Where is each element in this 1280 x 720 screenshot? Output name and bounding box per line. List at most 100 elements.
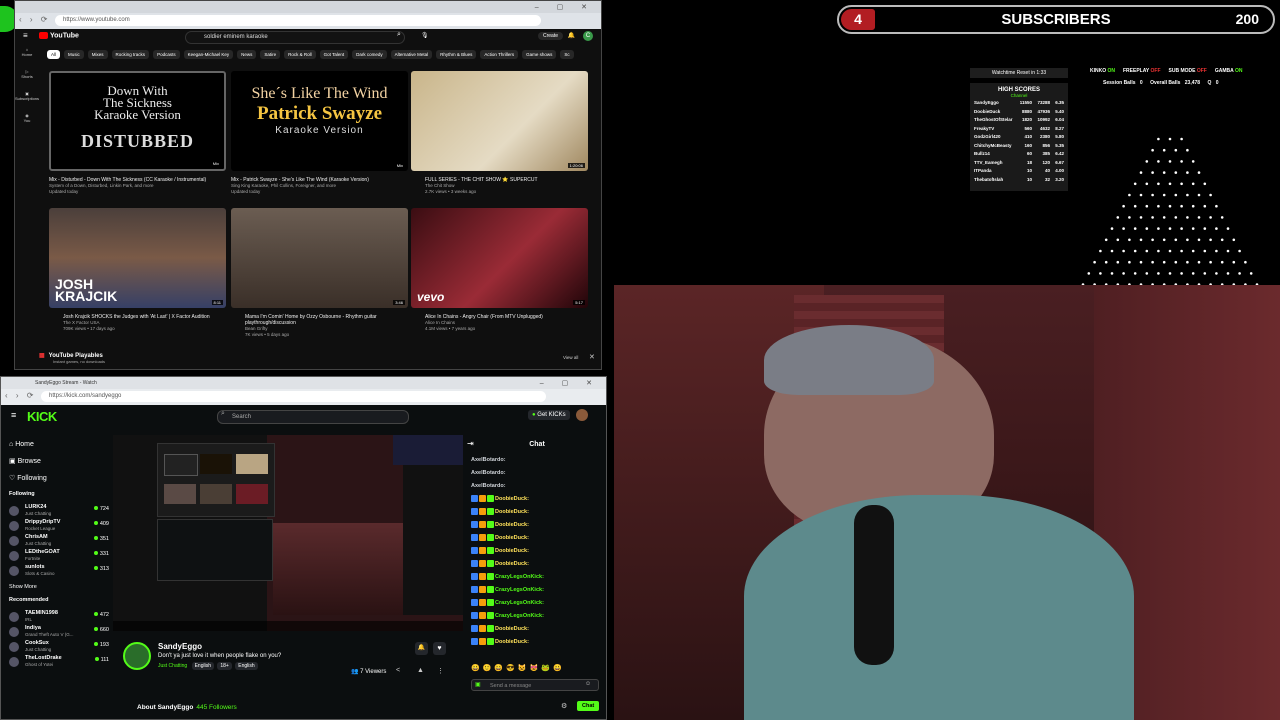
sidebar-item-subscriptions[interactable]: ▣ Subscriptions [15, 91, 39, 101]
chat-message[interactable]: CrazyLegsOnKick: [469, 610, 605, 623]
chip[interactable]: Rhythm & Blues [436, 50, 477, 59]
chat-input[interactable]: Send a message [471, 679, 599, 691]
search-input[interactable]: Search [217, 410, 409, 424]
chat-message[interactable]: AxelBotardo: [469, 480, 605, 493]
recommended-channel[interactable]: TAEMIN1998 IRL 472 [9, 610, 109, 624]
chat-username[interactable]: DoobieDuck: [495, 548, 529, 554]
video-thumbnail[interactable]: 1:20:06 [411, 71, 588, 171]
video-card[interactable]: Down With The Sickness Karaoke Version D… [49, 71, 226, 195]
chat-message[interactable]: CrazyLegsOnKick: [469, 584, 605, 597]
chat-username[interactable]: DoobieDuck: [495, 496, 529, 502]
share-icon[interactable]: < [396, 667, 400, 674]
get-kicks-button[interactable]: ● Get KICKs [528, 410, 570, 420]
browser-tab[interactable]: SandyEggo Stream - Watch [1, 377, 606, 389]
emote-bar[interactable]: 😀🙂😄😎😺😻🐸😀 [471, 664, 565, 672]
video-player[interactable] [113, 435, 463, 631]
chat-username[interactable]: AxelBotardo: [471, 483, 506, 489]
sidebar-item-home[interactable]: ⌂ Home [15, 47, 39, 57]
bell-icon[interactable]: 🔔 [568, 32, 575, 39]
youtube-logo[interactable]: YouTube [39, 32, 79, 39]
sidebar-item-shorts[interactable]: ▷ Shorts [15, 69, 39, 79]
category-link[interactable]: Just Chatting [158, 663, 187, 669]
chat-username[interactable]: AxelBotardo: [471, 457, 506, 463]
tab-strip[interactable] [15, 1, 601, 13]
sidebar-item-you[interactable]: ◉ You [15, 113, 39, 123]
chip[interactable]: Podcasts [153, 50, 180, 59]
recommended-channel[interactable]: CookSux Just Chatting 193 [9, 640, 109, 654]
video-card[interactable]: vevo 5:17 Alice In Chains - Angry Chair … [411, 208, 588, 332]
streamer-name[interactable]: SandyEggo [158, 642, 202, 651]
chip[interactable]: Got Talent [319, 50, 349, 59]
window-controls[interactable]: – ▢ ✕ [535, 3, 595, 11]
sidebar-item-following[interactable]: ♡ Following [9, 474, 109, 482]
view-all-link[interactable]: View all [563, 355, 578, 360]
streamer-avatar[interactable] [123, 642, 151, 670]
emoji-icon[interactable]: ☺ [585, 681, 591, 687]
chat-message[interactable]: AxelBotardo: [469, 454, 605, 467]
chat-username[interactable]: CrazyLegsOnKick: [495, 613, 544, 619]
following-channel[interactable]: sunlots Slots & Casino 313 [9, 564, 109, 578]
chat-username[interactable]: CrazyLegsOnKick: [495, 600, 544, 606]
chat-message[interactable]: DoobieDuck: [469, 545, 605, 558]
show-more-link[interactable]: Show More [9, 584, 109, 590]
chip[interactable]: Mixes [87, 50, 108, 59]
chat-message[interactable]: DoobieDuck: [469, 519, 605, 532]
menu-icon[interactable]: ≡ [23, 31, 28, 40]
search-input[interactable]: soldier eminem karaoke [185, 31, 405, 44]
search-icon[interactable]: ⌕ [397, 31, 401, 39]
collapse-chat-icon[interactable]: ⇥ [467, 439, 474, 448]
more-options-icon[interactable]: ⋮ [437, 667, 444, 675]
chip[interactable]: Music [64, 50, 84, 59]
chat-message[interactable]: DoobieDuck: [469, 623, 605, 636]
chat-username[interactable]: DoobieDuck: [495, 639, 529, 645]
tag[interactable]: English [235, 662, 258, 670]
close-icon[interactable]: ✕ [589, 353, 595, 361]
video-card[interactable]: 3:46 Mama I'm Comin' Home by Ozzy Osbour… [231, 208, 408, 338]
chat-username[interactable]: AxelBotardo: [471, 470, 506, 476]
video-thumbnail[interactable]: JOSH KRAJCIK 8:11 [49, 208, 226, 308]
avatar[interactable]: C [583, 31, 593, 41]
tag[interactable]: 18+ [217, 662, 232, 670]
chip[interactable]: News [237, 50, 257, 59]
sidebar-item-browse[interactable]: ▣ Browse [9, 457, 109, 465]
settings-gear-icon[interactable]: ⚙ [561, 702, 567, 710]
following-channel[interactable]: LEDtheGOAT Fortnite 331 [9, 549, 109, 563]
chip[interactable]: Rock & Roll [284, 50, 316, 59]
recommended-channel[interactable]: TheLostDrake Ghost of Yotei 111 [9, 655, 109, 669]
recommended-channel[interactable]: Indiya Grand Theft Auto V (G... 660 [9, 625, 109, 639]
chat-username[interactable]: CrazyLegsOnKick: [495, 587, 544, 593]
chip[interactable]: Dark comedy [352, 50, 387, 59]
chat-username[interactable]: DoobieDuck: [495, 522, 529, 528]
chip[interactable]: Game shows [522, 50, 557, 59]
notify-bell-button[interactable]: 🔔 [415, 642, 428, 655]
nav-buttons[interactable]: ‹ › ⟳ [19, 15, 50, 24]
chat-message[interactable]: DoobieDuck: [469, 636, 605, 649]
tag[interactable]: English [191, 662, 214, 670]
chip[interactable]: Alternative Metal [390, 50, 433, 59]
video-card[interactable]: 1:20:06 FULL SERIES - THE CHIT SHOW ⭐ SU… [411, 71, 588, 195]
following-channel[interactable]: ChrisAM Just Chatting 351 [9, 534, 109, 548]
chat-username[interactable]: DoobieDuck: [495, 626, 529, 632]
menu-icon[interactable]: ≡ [11, 410, 16, 420]
video-card[interactable]: JOSH KRAJCIK 8:11 Josh Krajcik SHOCKS th… [49, 208, 226, 332]
chat-message[interactable]: DoobieDuck: [469, 493, 605, 506]
video-thumbnail[interactable]: She´s Like The Wind Patrick Swayze Karao… [231, 71, 408, 171]
video-card[interactable]: She´s Like The Wind Patrick Swayze Karao… [231, 71, 408, 195]
report-icon[interactable]: ▲ [417, 667, 424, 674]
nav-buttons[interactable]: ‹ › ⟳ [5, 391, 36, 400]
create-button[interactable]: Create [537, 32, 563, 40]
follow-heart-button[interactable]: ♥ [433, 642, 446, 655]
video-thumbnail[interactable]: vevo 5:17 [411, 208, 588, 308]
chat-message[interactable]: DoobieDuck: [469, 506, 605, 519]
following-channel[interactable]: DrippyDripTV Rocket League 409 [9, 519, 109, 533]
video-thumbnail[interactable]: Down With The Sickness Karaoke Version D… [49, 71, 226, 171]
chat-message[interactable]: DoobieDuck: [469, 532, 605, 545]
chat-message[interactable]: DoobieDuck: [469, 558, 605, 571]
window-controls[interactable]: – ▢ ✕ [540, 379, 600, 387]
player-controls[interactable] [113, 621, 463, 631]
chip[interactable]: Action Thrillers [480, 50, 519, 59]
kick-logo[interactable]: KICK [27, 409, 57, 424]
video-thumbnail[interactable]: 3:46 [231, 208, 408, 308]
user-avatar[interactable] [576, 409, 588, 421]
chip[interactable]: Satire [260, 50, 281, 59]
